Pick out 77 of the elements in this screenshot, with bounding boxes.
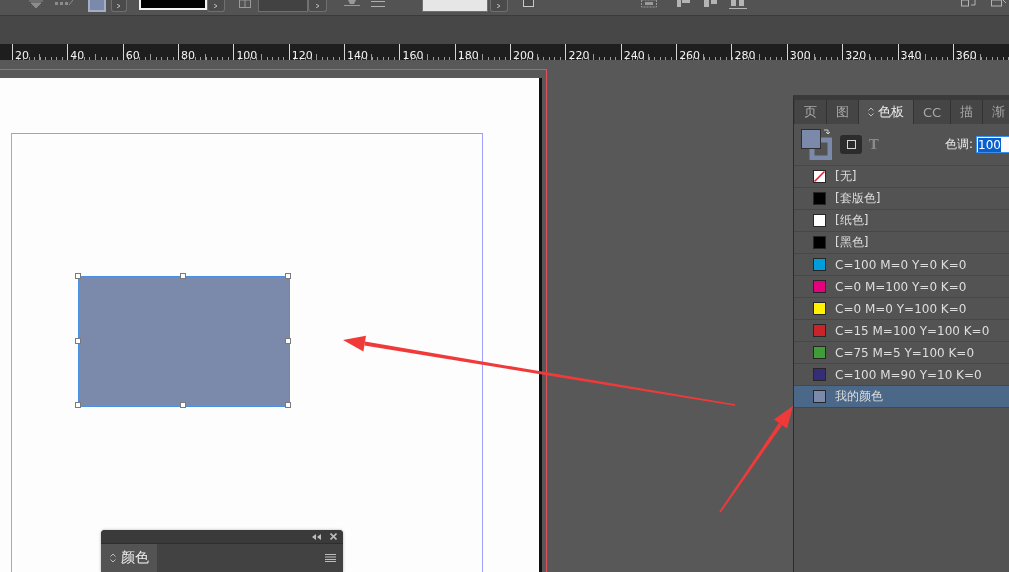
frame-icon[interactable] [991,0,1006,8]
fill-stroke-icon[interactable] [801,129,832,160]
menu-icon[interactable] [325,554,336,562]
ruler-label: 40 [70,48,85,60]
ruler-label: 360 [955,48,977,60]
swatch-row[interactable]: [套版色] [794,188,1009,210]
selection-handle[interactable] [75,273,81,279]
selection-handle[interactable] [285,402,291,408]
swatch-row[interactable]: [无] [794,166,1009,188]
tint-field[interactable]: 100 [976,136,1009,153]
dropdown-button[interactable] [490,0,508,12]
ruler-label: 60 [125,48,140,60]
panel-tab[interactable]: 颜色 [101,544,157,572]
selection-handle[interactable] [180,402,186,408]
align-bottom-icon[interactable] [729,0,747,10]
chevron-icon [117,3,121,8]
chevron-icon [497,3,501,8]
selection-handle[interactable] [75,337,81,344]
ruler-label: 200 [513,48,535,60]
selection-handle[interactable] [75,402,81,408]
dropdown-button[interactable] [308,0,327,12]
panel-tab[interactable]: 描 [951,100,984,124]
stroke-swatch-field[interactable] [139,0,207,10]
ruler-label: 260 [679,48,701,60]
percent-field[interactable] [258,0,308,12]
panel-tab[interactable]: 色板 [859,100,914,124]
close-icon[interactable] [330,533,337,540]
lines-icon [371,0,385,8]
swatch-row[interactable]: C=75 M=5 Y=100 K=0 [794,342,1009,364]
tint-label: 色调: [944,136,973,153]
ruler-label: 20 [15,48,29,60]
selection-handle[interactable] [285,273,291,279]
selection-handle[interactable] [285,337,291,344]
ruler-label: 280 [734,48,756,60]
ruler-label: 140 [347,48,369,60]
arrow-down-icon [29,0,43,8]
updown-arrows-icon [868,107,874,117]
ruler-label: 100 [236,48,258,60]
input-field[interactable] [422,0,488,12]
frame-icon [239,0,251,8]
align-middle-icon[interactable] [704,0,718,8]
dropdown-button[interactable] [207,0,225,12]
ruler-label: 340 [900,48,922,60]
checkbox[interactable] [523,0,534,7]
panel-tab[interactable]: 页 [795,100,827,124]
ruler-label: 120 [291,48,313,60]
square-icon [846,140,856,149]
ruler-label: 80 [181,48,196,60]
swatch-row[interactable]: C=100 M=0 Y=0 K=0 [794,254,1009,276]
ruler-label: 220 [568,48,590,60]
swatch-row[interactable]: [黑色] [794,232,1009,254]
panel-tab[interactable]: 图 [827,100,859,124]
ruler-label: 180 [457,48,479,60]
dashed-box-icon [641,0,657,8]
swatch-row[interactable]: 我的颜色 [794,386,1009,408]
updown-arrows-icon [110,553,116,563]
swatch-row[interactable]: [纸色] [794,210,1009,232]
panel-tab[interactable]: 渐 [983,100,1009,124]
chevron-icon [214,3,218,8]
collapse-icon[interactable] [312,533,321,540]
ruler-label: 160 [402,48,424,60]
dropdown-button[interactable] [111,0,127,12]
container-button[interactable] [840,135,862,154]
frame-icon[interactable] [961,0,976,8]
align-top-icon[interactable] [677,0,691,8]
swatch-row[interactable]: C=0 M=100 Y=0 K=0 [794,276,1009,298]
stroke-icon [344,0,360,8]
swatch-row[interactable]: C=15 M=100 Y=100 K=0 [794,320,1009,342]
no-color-swatch-icon [813,170,826,183]
swatch-row[interactable]: C=0 M=0 Y=100 K=0 [794,298,1009,320]
panel-tab[interactable]: CC [914,100,952,124]
chevron-icon [315,3,320,8]
ruler-label: 300 [789,48,811,60]
ruler-label: 240 [623,48,645,60]
ruler-label: 320 [845,48,867,60]
dots-icon [55,0,73,6]
selection-handle[interactable] [180,273,186,279]
